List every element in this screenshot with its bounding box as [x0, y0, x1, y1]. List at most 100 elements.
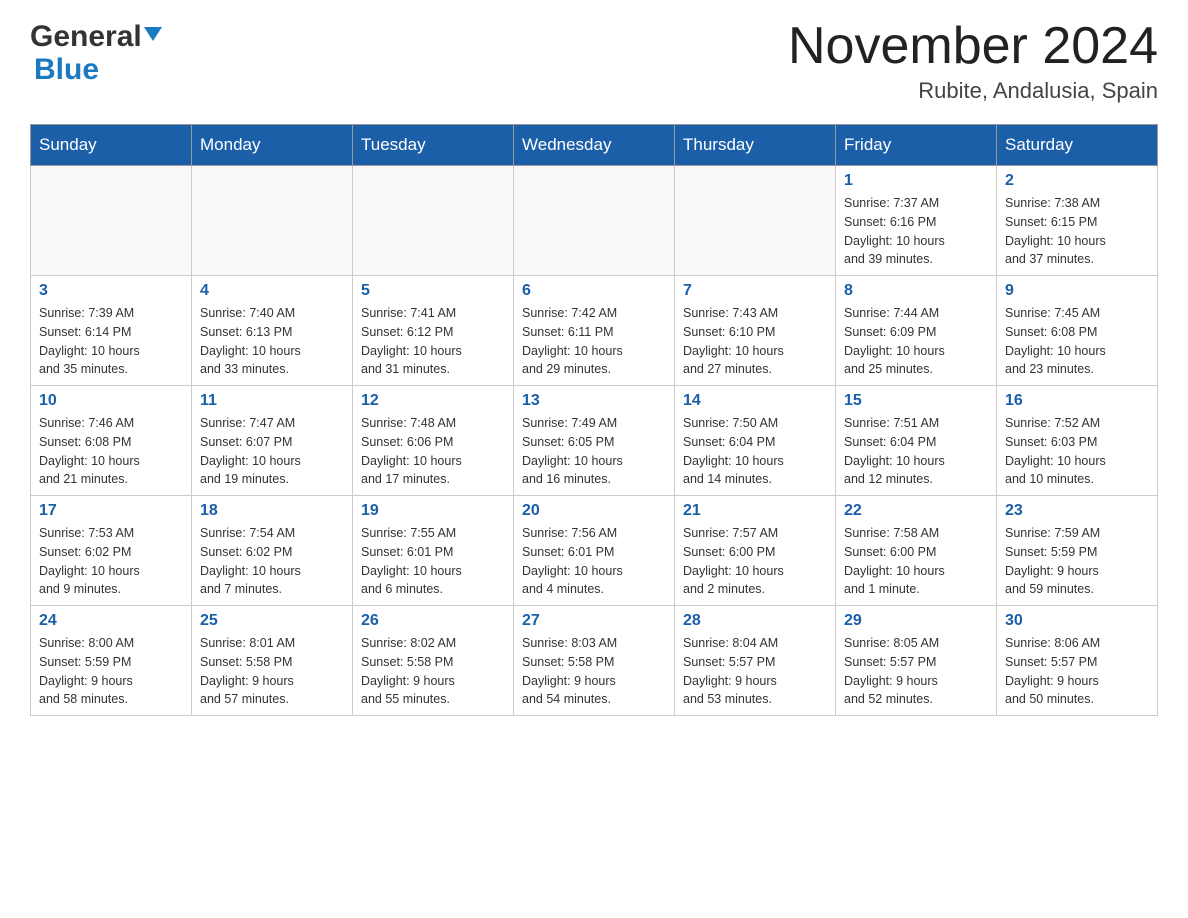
day-cell-7: 7 Sunrise: 7:43 AM Sunset: 6:10 PM Daylig…: [675, 276, 836, 386]
day-info-1: Sunrise: 7:37 AM Sunset: 6:16 PM Dayligh…: [844, 194, 988, 269]
logo-general-text: General: [30, 20, 142, 53]
day-info-20: Sunrise: 7:56 AM Sunset: 6:01 PM Dayligh…: [522, 524, 666, 599]
day-number-14: 14: [683, 392, 827, 410]
day-number-16: 16: [1005, 392, 1149, 410]
day-info-19: Sunrise: 7:55 AM Sunset: 6:01 PM Dayligh…: [361, 524, 505, 599]
weekday-header-friday: Friday: [836, 125, 997, 166]
day-number-1: 1: [844, 172, 988, 190]
day-number-10: 10: [39, 392, 183, 410]
day-cell-26: 26Sunrise: 8:02 AM Sunset: 5:58 PM Dayli…: [353, 606, 514, 716]
day-number-12: 12: [361, 392, 505, 410]
empty-cell: [353, 166, 514, 276]
day-cell-1: 1 Sunrise: 7:37 AM Sunset: 6:16 PM Daylig…: [836, 166, 997, 276]
day-cell-23: 23 Sunrise: 7:59 AM Sunset: 5:59 PM Dayli…: [997, 496, 1158, 606]
day-number-20: 20: [522, 502, 666, 520]
day-info-4: Sunrise: 7:40 AM Sunset: 6:13 PM Dayligh…: [200, 304, 344, 379]
day-cell-16: 16 Sunrise: 7:52 AM Sunset: 6:03 PM Dayli…: [997, 386, 1158, 496]
day-number-9: 9: [1005, 282, 1149, 300]
day-cell-8: 8 Sunrise: 7:44 AM Sunset: 6:09 PM Daylig…: [836, 276, 997, 386]
day-number-18: 18: [200, 502, 344, 520]
week-row-2: 3 Sunrise: 7:39 AM Sunset: 6:14 PM Daylig…: [31, 276, 1158, 386]
day-info-17: Sunrise: 7:53 AM Sunset: 6:02 PM Dayligh…: [39, 524, 183, 599]
day-number-5: 5: [361, 282, 505, 300]
day-info-14: Sunrise: 7:50 AM Sunset: 6:04 PM Dayligh…: [683, 414, 827, 489]
day-info-9: Sunrise: 7:45 AM Sunset: 6:08 PM Dayligh…: [1005, 304, 1149, 379]
logo-arrow-icon: [144, 27, 162, 45]
day-info-29: Sunrise: 8:05 AM Sunset: 5:57 PM Dayligh…: [844, 634, 988, 709]
day-info-10: Sunrise: 7:46 AM Sunset: 6:08 PM Dayligh…: [39, 414, 183, 489]
day-cell-10: 10 Sunrise: 7:46 AM Sunset: 6:08 PM Dayli…: [31, 386, 192, 496]
weekday-header-thursday: Thursday: [675, 125, 836, 166]
logo-blue-text: Blue: [34, 53, 99, 86]
day-number-27: 27: [522, 612, 666, 630]
day-number-25: 25: [200, 612, 344, 630]
day-info-2: Sunrise: 7:38 AM Sunset: 6:15 PM Dayligh…: [1005, 194, 1149, 269]
day-cell-12: 12 Sunrise: 7:48 AM Sunset: 6:06 PM Dayli…: [353, 386, 514, 496]
weekday-header-monday: Monday: [192, 125, 353, 166]
day-number-17: 17: [39, 502, 183, 520]
weekday-header-tuesday: Tuesday: [353, 125, 514, 166]
day-info-12: Sunrise: 7:48 AM Sunset: 6:06 PM Dayligh…: [361, 414, 505, 489]
day-cell-14: 14 Sunrise: 7:50 AM Sunset: 6:04 PM Dayli…: [675, 386, 836, 496]
day-number-2: 2: [1005, 172, 1149, 190]
day-info-11: Sunrise: 7:47 AM Sunset: 6:07 PM Dayligh…: [200, 414, 344, 489]
day-info-24: Sunrise: 8:00 AM Sunset: 5:59 PM Dayligh…: [39, 634, 183, 709]
day-number-3: 3: [39, 282, 183, 300]
day-cell-18: 18 Sunrise: 7:54 AM Sunset: 6:02 PM Dayli…: [192, 496, 353, 606]
day-number-15: 15: [844, 392, 988, 410]
day-number-30: 30: [1005, 612, 1149, 630]
day-cell-27: 27 Sunrise: 8:03 AM Sunset: 5:58 PM Dayli…: [514, 606, 675, 716]
day-info-6: Sunrise: 7:42 AM Sunset: 6:11 PM Dayligh…: [522, 304, 666, 379]
day-cell-22: 22 Sunrise: 7:58 AM Sunset: 6:00 PM Dayli…: [836, 496, 997, 606]
location: Rubite, Andalusia, Spain: [788, 78, 1158, 104]
day-info-27: Sunrise: 8:03 AM Sunset: 5:58 PM Dayligh…: [522, 634, 666, 709]
day-number-29: 29: [844, 612, 988, 630]
day-number-11: 11: [200, 392, 344, 410]
calendar-table: SundayMondayTuesdayWednesdayThursdayFrid…: [30, 124, 1158, 716]
day-number-4: 4: [200, 282, 344, 300]
week-row-5: 24 Sunrise: 8:00 AM Sunset: 5:59 PM Dayli…: [31, 606, 1158, 716]
title-section: November 2024 Rubite, Andalusia, Spain: [788, 20, 1158, 104]
day-info-23: Sunrise: 7:59 AM Sunset: 5:59 PM Dayligh…: [1005, 524, 1149, 599]
day-info-28: Sunrise: 8:04 AM Sunset: 5:57 PM Dayligh…: [683, 634, 827, 709]
day-cell-3: 3 Sunrise: 7:39 AM Sunset: 6:14 PM Daylig…: [31, 276, 192, 386]
page-header: General Blue November 2024 Rubite, Andal…: [30, 20, 1158, 104]
weekday-header-row: SundayMondayTuesdayWednesdayThursdayFrid…: [31, 125, 1158, 166]
day-info-5: Sunrise: 7:41 AM Sunset: 6:12 PM Dayligh…: [361, 304, 505, 379]
day-cell-13: 13Sunrise: 7:49 AM Sunset: 6:05 PM Dayli…: [514, 386, 675, 496]
day-info-30: Sunrise: 8:06 AM Sunset: 5:57 PM Dayligh…: [1005, 634, 1149, 709]
day-number-6: 6: [522, 282, 666, 300]
day-cell-30: 30 Sunrise: 8:06 AM Sunset: 5:57 PM Dayli…: [997, 606, 1158, 716]
weekday-header-wednesday: Wednesday: [514, 125, 675, 166]
day-info-16: Sunrise: 7:52 AM Sunset: 6:03 PM Dayligh…: [1005, 414, 1149, 489]
day-cell-6: 6 Sunrise: 7:42 AM Sunset: 6:11 PM Daylig…: [514, 276, 675, 386]
empty-cell: [675, 166, 836, 276]
day-number-8: 8: [844, 282, 988, 300]
day-info-13: Sunrise: 7:49 AM Sunset: 6:05 PM Dayligh…: [522, 414, 666, 489]
day-info-15: Sunrise: 7:51 AM Sunset: 6:04 PM Dayligh…: [844, 414, 988, 489]
day-cell-17: 17 Sunrise: 7:53 AM Sunset: 6:02 PM Dayli…: [31, 496, 192, 606]
day-number-7: 7: [683, 282, 827, 300]
day-cell-19: 19Sunrise: 7:55 AM Sunset: 6:01 PM Dayli…: [353, 496, 514, 606]
day-info-7: Sunrise: 7:43 AM Sunset: 6:10 PM Dayligh…: [683, 304, 827, 379]
day-info-22: Sunrise: 7:58 AM Sunset: 6:00 PM Dayligh…: [844, 524, 988, 599]
day-info-18: Sunrise: 7:54 AM Sunset: 6:02 PM Dayligh…: [200, 524, 344, 599]
day-info-25: Sunrise: 8:01 AM Sunset: 5:58 PM Dayligh…: [200, 634, 344, 709]
day-number-24: 24: [39, 612, 183, 630]
day-number-21: 21: [683, 502, 827, 520]
empty-cell: [31, 166, 192, 276]
day-cell-4: 4 Sunrise: 7:40 AM Sunset: 6:13 PM Daylig…: [192, 276, 353, 386]
empty-cell: [192, 166, 353, 276]
day-cell-5: 5 Sunrise: 7:41 AM Sunset: 6:12 PM Daylig…: [353, 276, 514, 386]
day-number-28: 28: [683, 612, 827, 630]
month-title: November 2024: [788, 20, 1158, 72]
day-cell-20: 20 Sunrise: 7:56 AM Sunset: 6:01 PM Dayli…: [514, 496, 675, 606]
day-cell-21: 21Sunrise: 7:57 AM Sunset: 6:00 PM Dayli…: [675, 496, 836, 606]
day-info-8: Sunrise: 7:44 AM Sunset: 6:09 PM Dayligh…: [844, 304, 988, 379]
day-number-22: 22: [844, 502, 988, 520]
day-number-23: 23: [1005, 502, 1149, 520]
day-cell-11: 11 Sunrise: 7:47 AM Sunset: 6:07 PM Dayli…: [192, 386, 353, 496]
week-row-4: 17 Sunrise: 7:53 AM Sunset: 6:02 PM Dayli…: [31, 496, 1158, 606]
day-info-3: Sunrise: 7:39 AM Sunset: 6:14 PM Dayligh…: [39, 304, 183, 379]
day-cell-29: 29 Sunrise: 8:05 AM Sunset: 5:57 PM Dayli…: [836, 606, 997, 716]
